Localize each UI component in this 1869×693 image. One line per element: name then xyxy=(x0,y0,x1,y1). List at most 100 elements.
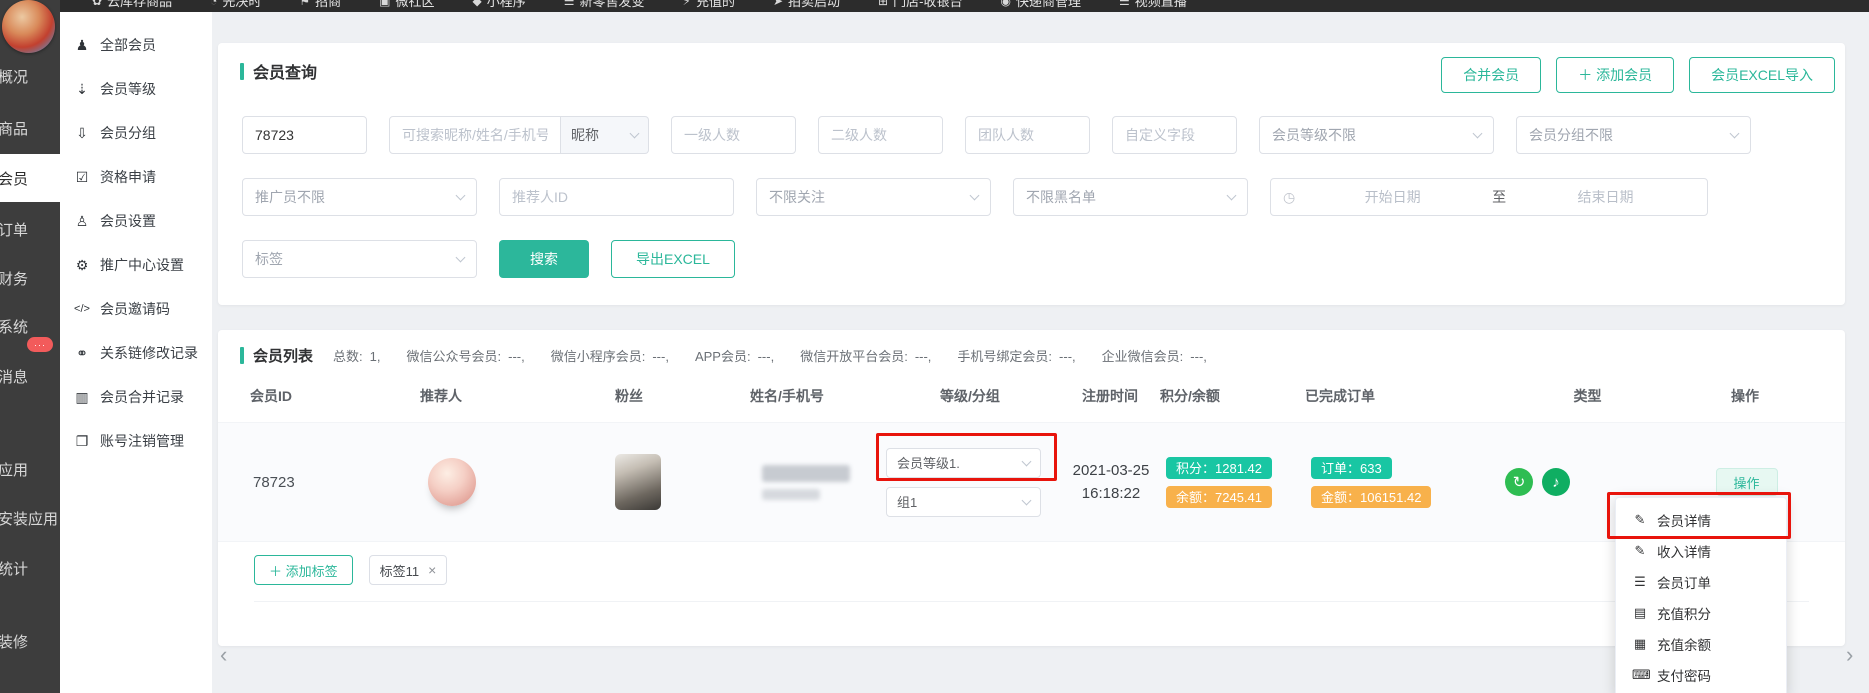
scroll-left-arrow[interactable]: ‹ xyxy=(220,645,227,665)
excel-import-button[interactable]: 会员EXCEL导入 xyxy=(1689,57,1835,93)
table-row: 78723 会员等级1. 组1 2021-03-25 16:18:22 积分：1… xyxy=(218,422,1845,542)
chevron-down-icon xyxy=(456,191,466,201)
sidebar-item-label: 会员分组 xyxy=(100,123,156,143)
promoter-select[interactable]: 推广员不限 xyxy=(242,178,477,216)
topbar-item-cloud-stock[interactable]: ✿云库存商品 xyxy=(92,0,172,10)
row-level-select[interactable]: 会员等级1. xyxy=(886,448,1041,478)
topbar-item-7[interactable]: ⚡充值的 xyxy=(683,0,735,10)
gear-icon: ⚙ xyxy=(73,257,91,274)
date-range-picker[interactable]: ◷ 开始日期 至 结束日期 xyxy=(1270,178,1708,216)
list-icon: ☰ xyxy=(1632,574,1648,590)
fans-avatar[interactable] xyxy=(615,454,661,510)
add-tag-button[interactable]: ＋ 添加标签 xyxy=(254,555,353,585)
topbar-item-11[interactable]: ☰视频直播 xyxy=(1119,0,1187,10)
bolt-icon: ⚡ xyxy=(683,0,691,8)
level2-count-input[interactable] xyxy=(818,116,943,154)
menu-item-recharge-balance[interactable]: ▦充值余额 xyxy=(1616,628,1786,659)
video-icon: ☰ xyxy=(1119,0,1130,8)
add-member-button[interactable]: ＋ 添加会员 xyxy=(1556,57,1674,93)
topbar-item-2[interactable]: ◔先决时 xyxy=(210,0,261,10)
rail-item-finance[interactable]: 财务 xyxy=(0,254,60,302)
member-id-input[interactable] xyxy=(242,116,367,154)
blacklist-select[interactable]: 不限黑名单 xyxy=(1013,178,1248,216)
rail-item-products[interactable]: 商品 xyxy=(0,104,60,152)
row-level-value: 会员等级1. xyxy=(897,453,960,472)
tag-chip-label: 标签11 xyxy=(380,561,420,580)
remove-tag-icon[interactable]: × xyxy=(428,562,436,578)
clock-icon: ◷ xyxy=(1283,189,1295,206)
member-admin-screen: ✿云库存商品 ◔先决时 ⚑招商 ▣微社区 ◆小程序 ☰新零售发变 ⚡充值的 ➤拍… xyxy=(0,0,1869,693)
start-date-field[interactable]: 开始日期 xyxy=(1303,187,1482,207)
topbar-item-10[interactable]: ◉快递商管理 xyxy=(1000,0,1081,10)
search-type-select[interactable]: 昵称 xyxy=(561,116,649,154)
search-button[interactable]: 搜索 xyxy=(499,240,589,278)
menu-item-member-orders[interactable]: ☰ 会员订单 xyxy=(1616,566,1786,597)
menu-item-recharge-points[interactable]: ▤充值积分 xyxy=(1616,597,1786,628)
row-action-button[interactable]: 操作 xyxy=(1716,468,1778,496)
user-avatar[interactable] xyxy=(2,0,55,53)
top-navbar-items: ✿云库存商品 ◔先决时 ⚑招商 ▣微社区 ◆小程序 ☰新零售发变 ⚡充值的 ➤拍… xyxy=(0,0,1869,10)
rail-item-overview[interactable]: 概况 xyxy=(0,52,60,100)
rail-item-messages[interactable]: 消息 xyxy=(0,352,60,400)
sort-level-icon: ⇣ xyxy=(73,81,91,98)
rail-item-apps[interactable]: 应用 xyxy=(0,445,60,493)
sidebar-item-all-members[interactable]: ♟全部会员 xyxy=(60,23,212,67)
list-card-title: 会员列表 xyxy=(240,345,313,366)
stat-app: APP会员:---, xyxy=(695,346,774,365)
sidebar-item-member-groups[interactable]: ⇩会员分组 xyxy=(60,111,212,155)
sidebar-item-relation-log[interactable]: ⚭关系链修改记录 xyxy=(60,331,212,375)
menu-item-label: 会员订单 xyxy=(1657,572,1711,592)
scroll-right-arrow[interactable]: › xyxy=(1846,645,1853,665)
cell-member-id: 78723 xyxy=(250,474,420,491)
chart-icon: ▥ xyxy=(73,389,91,406)
topbar-item-4[interactable]: ▣微社区 xyxy=(379,0,434,10)
referrer-avatar[interactable] xyxy=(428,458,476,506)
team-count-input[interactable] xyxy=(965,116,1090,154)
search-input[interactable] xyxy=(389,116,561,154)
stat-wechat-open: 微信开放平台会员:---, xyxy=(800,346,931,365)
rail-item-decoration[interactable]: 装修 xyxy=(0,617,60,665)
member-level-select[interactable]: 会员等级不限 xyxy=(1259,116,1494,154)
end-date-field[interactable]: 结束日期 xyxy=(1516,187,1695,207)
topbar-item-8[interactable]: ➤拍卖启动 xyxy=(773,0,840,10)
sidebar-item-qualification[interactable]: ☑资格申请 xyxy=(60,155,212,199)
tag-select[interactable]: 标签 xyxy=(242,240,477,278)
merge-members-button[interactable]: 合并会员 xyxy=(1441,57,1541,93)
level1-count-input[interactable] xyxy=(671,116,796,154)
sidebar-item-account-cancel[interactable]: ❐账号注销管理 xyxy=(60,419,212,463)
referrer-id-input[interactable] xyxy=(499,178,734,216)
stat-wecom: 企业微信会员:---, xyxy=(1102,346,1207,365)
rail-item-members[interactable]: 会员 xyxy=(0,154,60,202)
menu-item-member-detail[interactable]: ✎会员详情 xyxy=(1616,504,1786,535)
topbar-item-3[interactable]: ⚑招商 xyxy=(299,0,341,10)
col-referrer: 推荐人 xyxy=(420,386,615,406)
reg-time: 16:18:22 xyxy=(1062,482,1160,505)
row-group-select[interactable]: 组1 xyxy=(886,487,1041,517)
points-badge: 积分：1281.42 xyxy=(1166,457,1272,479)
sidebar-item-merge-log[interactable]: ▥会员合并记录 xyxy=(60,375,212,419)
topbar-item-6[interactable]: ☰新零售发变 xyxy=(564,0,645,10)
follow-select[interactable]: 不限关注 xyxy=(756,178,991,216)
sidebar-item-promotion-settings[interactable]: ⚙推广中心设置 xyxy=(60,243,212,287)
topbar-item-5[interactable]: ◆小程序 xyxy=(472,0,525,10)
custom-field-input[interactable] xyxy=(1112,116,1237,154)
col-member-id: 会员ID xyxy=(250,386,420,406)
rail-item-install-apps[interactable]: 安装应用 xyxy=(0,494,60,542)
sidebar-item-member-levels[interactable]: ⇣会员等级 xyxy=(60,67,212,111)
stat-total: 总数:1, xyxy=(333,346,380,365)
member-group-select[interactable]: 会员分组不限 xyxy=(1516,116,1751,154)
rail-item-statistics[interactable]: 统计 xyxy=(0,544,60,592)
member-list-card: 会员列表 总数:1, 微信公众号会员:---, 微信小程序会员:---, APP… xyxy=(218,330,1845,646)
topbar-item-9[interactable]: ⊞门店-收银台 xyxy=(878,0,962,10)
accent-bar xyxy=(240,347,244,364)
code-icon: </> xyxy=(73,303,91,315)
sidebar-item-member-settings[interactable]: ♙会员设置 xyxy=(60,199,212,243)
menu-item-pay-password[interactable]: ⌨支付密码 xyxy=(1616,659,1786,690)
sidebar-item-invite-code[interactable]: </>会员邀请码 xyxy=(60,287,212,331)
export-excel-button[interactable]: 导出EXCEL xyxy=(611,240,735,278)
sidebar-item-label: 账号注销管理 xyxy=(100,431,184,451)
rail-item-orders[interactable]: 订单 xyxy=(0,205,60,253)
menu-item-income-detail[interactable]: ✎收入详情 xyxy=(1616,535,1786,566)
stat-wechat-official: 微信公众号会员:---, xyxy=(406,346,524,365)
row-actions-menu: ✎会员详情 ✎收入详情 ☰ 会员订单 ▤充值积分 ▦充值余额 ⌨支付密码 xyxy=(1615,497,1787,693)
